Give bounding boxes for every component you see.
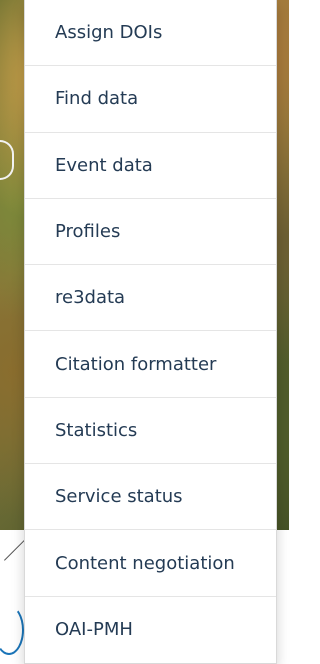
menu-item-service-status[interactable]: Service status — [25, 464, 276, 531]
menu-item-assign-dois[interactable]: Assign DOIs — [25, 0, 276, 67]
menu-item-content-negotiation[interactable]: Content negotiation — [25, 530, 276, 597]
menu-item-profiles[interactable]: Profiles — [25, 199, 276, 266]
menu-item-oai-pmh[interactable]: OAI-PMH — [25, 597, 276, 663]
menu-item-event-data[interactable]: Event data — [25, 133, 276, 199]
menu-item-label: Service status — [55, 486, 183, 508]
menu-item-label: Content negotiation — [55, 552, 235, 574]
menu-item-label: re3data — [55, 287, 126, 309]
menu-item-re3data[interactable]: re3data — [25, 265, 276, 332]
menu-item-label: Find data — [55, 88, 139, 110]
menu-item-label: Assign DOIs — [55, 22, 163, 44]
menu-item-label: Citation formatter — [55, 353, 217, 375]
menu-item-label: Profiles — [55, 221, 121, 243]
menu-item-statistics[interactable]: Statistics — [25, 398, 276, 465]
menu-item-citation-formatter[interactable]: Citation formatter — [25, 331, 276, 398]
menu-item-label: OAI-PMH — [55, 619, 133, 641]
menu-item-find-data[interactable]: Find data — [25, 66, 276, 133]
menu-item-label: Event data — [55, 154, 153, 176]
menu-item-label: Statistics — [55, 419, 138, 441]
dropdown-menu: Assign DOIs Find data Event data Profile… — [24, 0, 277, 664]
